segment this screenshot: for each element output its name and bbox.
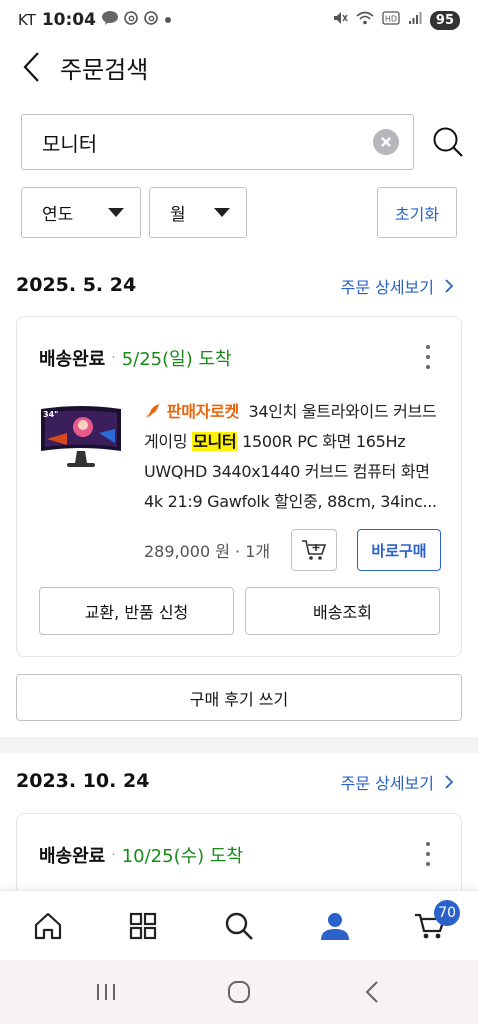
order-detail-label: 주문 상세보기 xyxy=(340,278,434,297)
product-thumbnail[interactable]: 34" xyxy=(37,403,125,473)
nav-mypage[interactable] xyxy=(305,896,365,956)
order-date: 2023. 10. 24 xyxy=(16,770,150,792)
dot-icon xyxy=(164,13,172,28)
mute-icon xyxy=(332,10,348,30)
svg-text:HD: HD xyxy=(385,15,397,24)
write-review-button[interactable]: 구매 후기 쓰기 xyxy=(16,674,462,721)
search-icon xyxy=(433,127,463,157)
page-header: 주문검색 xyxy=(0,44,478,90)
search-input[interactable] xyxy=(42,130,373,154)
category-icon xyxy=(130,912,157,939)
delivery-status: 배송완료 · 5/25(일) 도착 xyxy=(39,345,232,371)
threads-icon xyxy=(124,11,138,29)
status-bar: KT 10:04 HD 95 xyxy=(0,0,478,40)
talk-icon xyxy=(101,11,118,29)
delivery-status: 배송완료 · 10/25(수) 도착 xyxy=(39,842,243,868)
nav-cart[interactable]: 70 xyxy=(400,896,461,956)
clear-search-button[interactable] xyxy=(373,129,399,155)
arrival-date: 10/25(수) 도착 xyxy=(121,846,244,867)
battery-indicator: 95 xyxy=(429,10,460,30)
chevron-right-icon xyxy=(445,279,454,293)
exchange-return-button[interactable]: 교환, 반품 신청 xyxy=(39,587,234,635)
recents-icon xyxy=(97,984,116,1000)
arrival-date: 5/25(일) 도착 xyxy=(121,349,232,370)
chevron-right-icon xyxy=(445,775,454,789)
order-detail-link[interactable]: 주문 상세보기 xyxy=(341,274,454,298)
search-highlight: 모니터 xyxy=(192,432,238,451)
more-options-button[interactable] xyxy=(423,345,433,369)
signal-icon xyxy=(408,11,422,29)
home-icon xyxy=(34,912,61,939)
month-select-label: 월 xyxy=(170,205,186,225)
nav-home[interactable] xyxy=(18,896,78,956)
system-nav-bar xyxy=(0,960,478,1024)
cart-count-badge: 70 xyxy=(434,899,461,926)
close-icon xyxy=(381,137,391,147)
section-divider xyxy=(0,737,478,753)
year-select-label: 연도 xyxy=(42,205,74,225)
buy-now-button[interactable]: 바로구매 xyxy=(357,529,441,571)
nav-category[interactable] xyxy=(113,896,173,956)
mypage-icon xyxy=(320,912,349,940)
back-button[interactable] xyxy=(2,44,62,90)
bottom-nav: 70 xyxy=(0,890,478,960)
product-title-rest: 1500R PC 화면 165Hz UWQHD 3440x1440 커브드 컴퓨… xyxy=(144,432,437,511)
svg-text:34": 34" xyxy=(43,410,58,419)
reset-button[interactable]: 초기화 xyxy=(377,187,457,238)
recents-button[interactable] xyxy=(76,967,136,1017)
nav-search[interactable] xyxy=(209,896,269,956)
price-quantity: 289,000 원 · 1개 xyxy=(144,542,271,561)
order-detail-label: 주문 상세보기 xyxy=(340,774,434,793)
carrier-label: KT xyxy=(18,11,36,29)
search-button[interactable] xyxy=(428,122,468,162)
delivery-tracking-button[interactable]: 배송조회 xyxy=(245,587,440,635)
separator-dot: · xyxy=(111,350,116,366)
delivery-status-label: 배송완료 xyxy=(39,846,106,867)
delivery-status-label: 배송완료 xyxy=(39,349,106,370)
search-icon xyxy=(225,912,253,940)
home-button[interactable] xyxy=(209,967,269,1017)
order-date: 2025. 5. 24 xyxy=(16,274,137,296)
caret-down-icon xyxy=(214,208,230,217)
more-options-button[interactable] xyxy=(423,842,433,866)
order-card: 배송완료 · 5/25(일) 도착 34" 판매자로켓 34인치 울트라와이드 … xyxy=(16,316,462,657)
hd-icon: HD xyxy=(382,11,400,29)
page-title: 주문검색 xyxy=(60,55,149,84)
threads-icon xyxy=(144,11,158,29)
add-to-cart-button[interactable] xyxy=(291,529,337,571)
order-detail-link[interactable]: 주문 상세보기 xyxy=(341,770,454,794)
search-box[interactable] xyxy=(21,114,414,170)
cart-plus-icon xyxy=(302,540,327,560)
home-circle-icon xyxy=(227,981,250,1003)
month-select[interactable]: 월 xyxy=(149,187,247,238)
year-select[interactable]: 연도 xyxy=(21,187,141,238)
caret-down-icon xyxy=(108,208,124,217)
product-title[interactable]: 판매자로켓 34인치 울트라와이드 커브드 게이밍 모니터 1500R PC 화… xyxy=(144,397,442,517)
clock: 10:04 xyxy=(41,10,96,30)
chevron-left-icon xyxy=(23,52,39,82)
separator-dot: · xyxy=(111,847,116,863)
wifi-icon xyxy=(356,11,374,29)
rocket-badge-label: 판매자로켓 xyxy=(166,402,239,421)
back-icon xyxy=(365,981,378,1003)
system-back-button[interactable] xyxy=(342,967,402,1017)
rocket-icon xyxy=(144,402,167,421)
